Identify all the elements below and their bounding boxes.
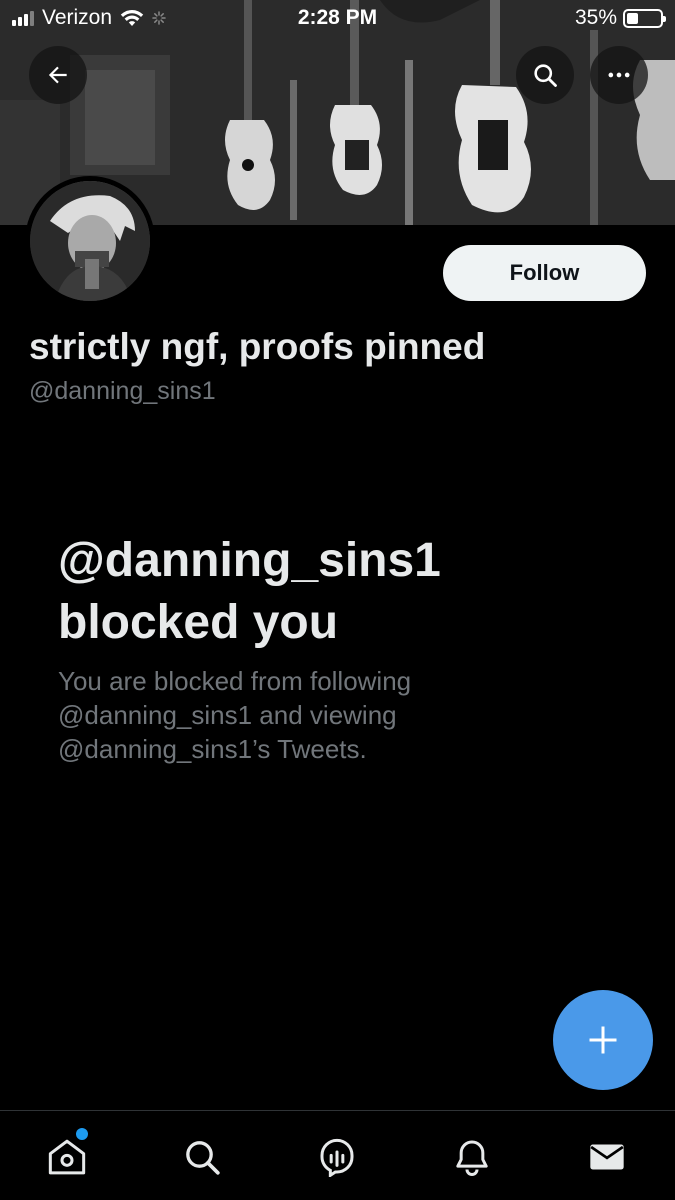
bell-icon [456,1140,488,1176]
search-icon [534,64,557,87]
avatar-figure [30,181,150,301]
blocked-description: You are blocked from following @danning_… [58,666,412,764]
status-right: 35% [574,6,666,30]
battery-percent: 35% [574,6,617,29]
battery-icon [623,8,666,28]
tab-search[interactable] [180,1135,224,1179]
spaces-icon [320,1138,354,1177]
arrow-left-icon [48,66,67,84]
avatar[interactable] [25,176,155,306]
tab-notifications[interactable] [450,1135,494,1179]
tab-spaces[interactable] [315,1135,359,1179]
plus-icon [589,1026,617,1054]
home-icon [48,1139,86,1175]
bottom-tab-bar [0,1110,675,1200]
tab-home[interactable] [45,1135,89,1179]
battery-fill [627,12,639,24]
status-time: 2:28 PM [297,6,378,29]
search-icon [186,1141,220,1175]
more-options-button[interactable] [590,46,648,104]
back-button[interactable] [29,46,87,104]
search-button[interactable] [516,46,574,104]
tab-messages[interactable] [585,1135,629,1179]
more-horizontal-icon [608,72,630,78]
profile-display-name: strictly ngf, proofs pinned [29,326,486,367]
blocked-title: @danning_sins1 blocked you [58,534,441,649]
profile-handle: @danning_sins1 [29,377,216,405]
mail-icon [590,1144,624,1170]
compose-tweet-button[interactable] [553,990,653,1090]
status-bar: Verizon 2:28 PM 35% [0,0,675,38]
home-notification-badge [76,1128,88,1140]
avatar-image [30,181,150,301]
follow-button[interactable]: Follow [443,245,646,301]
